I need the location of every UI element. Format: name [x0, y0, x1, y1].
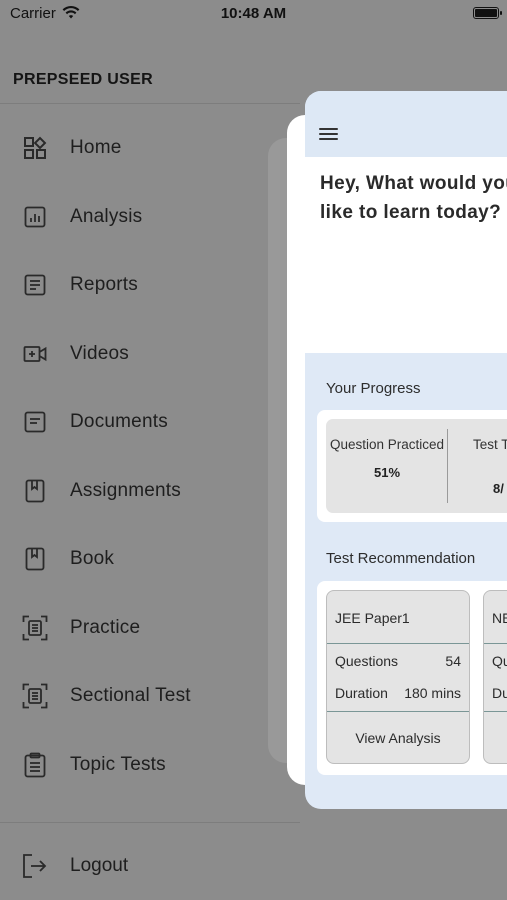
greeting-text: Hey, What would you like to learn today?	[320, 173, 507, 223]
menu-item-label: Home	[70, 137, 122, 159]
test-card-second[interactable]: NE Qu Du	[483, 590, 507, 764]
questions-label: Qu	[492, 653, 507, 669]
duration-row: Duration 180 mins	[335, 685, 461, 701]
drawer-menu: Home Analysis Reports Videos Documents A…	[0, 114, 300, 799]
menu-item-book[interactable]: Book	[0, 525, 300, 594]
menu-item-sectional-test[interactable]: Sectional Test	[0, 662, 300, 731]
progress-separator	[447, 429, 448, 503]
menu-item-label: Book	[70, 548, 115, 570]
questions-value: 54	[445, 653, 461, 669]
progress-box: Question Practiced 51% Test T 8/	[326, 419, 507, 513]
recommendation-panel: JEE Paper1 Questions 54 Duration 180 min…	[317, 581, 507, 775]
menu-item-label: Reports	[70, 274, 138, 296]
greeting-section: Hey, What would you like to learn today?	[305, 157, 507, 353]
menu-item-label: Assignments	[70, 479, 181, 501]
menu-item-assignments[interactable]: Assignments	[0, 457, 300, 526]
progress-col-value: 8/	[493, 481, 504, 496]
menu-item-label: Analysis	[70, 205, 143, 227]
duration-value: 180 mins	[404, 685, 461, 701]
drawer-divider-top	[0, 103, 300, 104]
drawer-user-title: PREPSEED USER	[13, 71, 153, 88]
progress-col-value: 51%	[373, 465, 401, 480]
analysis-chart-icon	[22, 204, 48, 230]
clock-time: 10:48 AM	[220, 5, 287, 22]
drawer-divider-bottom	[0, 822, 300, 823]
reports-document-icon	[22, 272, 48, 298]
duration-row: Du	[492, 685, 507, 701]
home-grid-icon	[22, 135, 48, 161]
view-analysis-button[interactable]: View Analysis	[327, 712, 469, 763]
logout-label: Logout	[70, 855, 129, 876]
duration-label: Du	[492, 685, 507, 701]
practice-scan-icon	[22, 615, 48, 641]
menu-item-home[interactable]: Home	[0, 114, 300, 183]
your-progress-label: Your Progress	[326, 380, 421, 397]
menu-item-documents[interactable]: Documents	[0, 388, 300, 457]
main-screen-preview[interactable]: Hey, What would you like to learn today?…	[305, 91, 507, 809]
progress-panel: Question Practiced 51% Test T 8/	[317, 410, 507, 522]
menu-item-videos[interactable]: Videos	[0, 320, 300, 389]
menu-item-label: Topic Tests	[70, 753, 166, 775]
sectional-test-scan-icon	[22, 683, 48, 709]
video-icon	[22, 341, 48, 367]
menu-item-reports[interactable]: Reports	[0, 251, 300, 320]
test-name: NE	[492, 610, 507, 626]
card-divider	[484, 711, 507, 712]
test-card-jee-paper1[interactable]: JEE Paper1 Questions 54 Duration 180 min…	[326, 590, 470, 764]
menu-item-label: Practice	[70, 616, 141, 638]
documents-icon	[22, 409, 48, 435]
menu-item-practice[interactable]: Practice	[0, 594, 300, 663]
menu-item-label: Sectional Test	[70, 685, 191, 707]
menu-item-label: Videos	[70, 342, 129, 364]
logout-icon	[22, 853, 48, 879]
menu-item-analysis[interactable]: Analysis	[0, 183, 300, 252]
progress-question-practiced: Question Practiced 51%	[326, 419, 448, 480]
status-bar: Carrier 10:48 AM	[0, 0, 507, 30]
progress-col-title: Test T	[473, 437, 507, 452]
progress-col-title: Question Practiced	[329, 437, 445, 452]
card-divider	[327, 643, 469, 644]
hamburger-menu-icon[interactable]	[319, 128, 338, 142]
questions-label: Questions	[335, 653, 399, 669]
assignments-book-icon	[22, 478, 48, 504]
menu-item-topic-tests[interactable]: Topic Tests	[0, 731, 300, 800]
test-recommendation-label: Test Recommendation	[326, 550, 476, 567]
questions-row: Qu	[492, 653, 507, 669]
app-top-bar	[305, 91, 507, 157]
battery-icon	[473, 7, 502, 19]
questions-row: Questions 54	[335, 653, 461, 669]
progress-test-taken: Test T 8/	[473, 419, 507, 496]
duration-label: Duration	[335, 685, 388, 701]
card-divider	[484, 643, 507, 644]
clipboard-icon	[22, 752, 48, 778]
book-icon	[22, 546, 48, 572]
logout-button[interactable]: Logout	[0, 834, 300, 898]
test-name: JEE Paper1	[335, 610, 410, 626]
menu-item-label: Documents	[70, 411, 168, 433]
